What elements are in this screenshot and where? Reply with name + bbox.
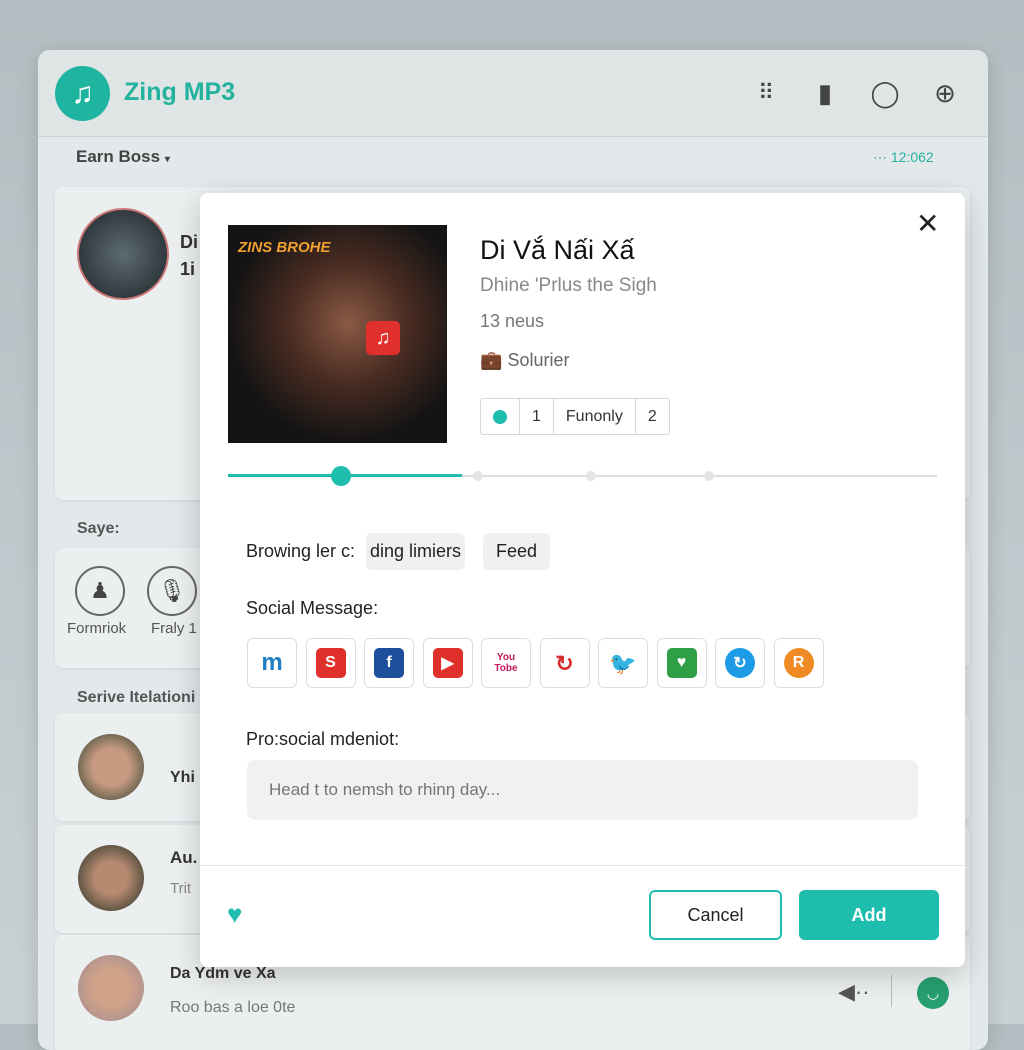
slider-tick xyxy=(473,471,483,481)
heart-chat-icon: ♥ xyxy=(666,648,697,678)
social-label: Social Message: xyxy=(246,598,379,618)
section-saye: Saye: xyxy=(77,520,120,537)
add-button[interactable]: Add xyxy=(799,890,939,940)
grid-icon[interactable]: ⠿ xyxy=(748,76,782,110)
youtube-text-icon: You Tobe xyxy=(494,652,518,674)
dropdown-icon: ▾ xyxy=(164,154,170,165)
avatar xyxy=(78,845,144,911)
slider-tick xyxy=(586,471,596,481)
app-red-icon: S xyxy=(315,648,346,678)
album-art-logo: ZINS BROHE xyxy=(238,239,331,256)
heart-icon[interactable]: ♥ xyxy=(227,899,242,930)
category-text: Solurier xyxy=(507,350,570,370)
social-button[interactable]: You Tobe xyxy=(481,638,531,688)
saye-item-label: Formriok xyxy=(67,620,127,637)
avatar xyxy=(78,734,144,800)
segment[interactable]: Funonly xyxy=(554,399,636,434)
social-button[interactable]: ↻ xyxy=(539,638,590,688)
album-art: ZINS BROHE ♫ xyxy=(228,225,447,443)
sync-icon: ↻ xyxy=(725,648,755,678)
subheader-title[interactable]: Earn Boss ▾ xyxy=(76,147,170,167)
arrows-icon: ↻ xyxy=(555,650,574,676)
social-button[interactable]: 🐦 xyxy=(598,638,648,688)
segment[interactable]: 2 xyxy=(636,399,669,434)
avatar-placeholder-icon xyxy=(77,208,169,300)
facebook-icon: f xyxy=(374,648,404,678)
r-icon: R xyxy=(783,648,814,678)
avatar xyxy=(78,955,144,1021)
section-relations: Serive Itelationi xyxy=(77,689,196,706)
close-icon[interactable]: ✕ xyxy=(916,207,939,240)
divider xyxy=(891,975,892,1007)
list-item-sub: Trit xyxy=(170,880,192,897)
subheader-title-text: Earn Boss xyxy=(76,147,161,166)
saye-item-label: Fraly 1 xyxy=(151,620,197,637)
browsing-label: Browing ler c: xyxy=(246,541,356,561)
message-input[interactable] xyxy=(247,760,918,820)
message-label: Pro:social mdeniot: xyxy=(246,729,400,749)
youtube-icon: ▶ xyxy=(432,648,463,678)
app-title: Zing MP3 xyxy=(124,78,236,106)
slider-knob[interactable] xyxy=(331,466,352,486)
twitter-icon: 🐦 xyxy=(609,650,637,676)
list-item-name: Yhi xyxy=(170,769,195,786)
cancel-button[interactable]: Cancel xyxy=(649,890,782,940)
list-item-sub: Roo bas a loe 0te xyxy=(170,999,296,1016)
person-icon[interactable]: ♟ xyxy=(75,566,125,616)
list-item-name: Da Ydm ve Xa xyxy=(170,965,276,982)
social-button[interactable]: f xyxy=(364,638,414,688)
chip[interactable]: ding limiers xyxy=(366,533,466,570)
social-button[interactable]: ▶ xyxy=(422,638,473,688)
slider-tick xyxy=(704,471,714,481)
status-dot-icon xyxy=(493,409,507,424)
subheader-right-text: 12:062 xyxy=(890,149,934,165)
app-header: ♫ Zing MP3 ⠿ ▮ ◯ ⊕ xyxy=(38,50,988,137)
social-button[interactable]: S xyxy=(305,638,356,688)
divider xyxy=(200,865,965,866)
speaker-icon[interactable]: ◀·· xyxy=(838,979,870,1005)
music-note-logo-icon: ♫ xyxy=(55,66,110,121)
song-subtitle: Dhine 'Prlus the Sigh xyxy=(480,275,657,296)
song-title: Di Vắ Nấi Xấ xyxy=(480,235,635,265)
profile-action-icon[interactable]: ◡ xyxy=(917,977,949,1009)
add-circle-icon[interactable]: ⊕ xyxy=(928,76,962,110)
subheader-right: ⋯ 12:062 xyxy=(873,149,934,165)
microphone-icon[interactable]: 🎙 xyxy=(147,566,197,616)
m-icon: m xyxy=(261,649,283,676)
segmented-control[interactable]: 1 Funonly 2 xyxy=(480,398,670,435)
social-button[interactable]: ↻ xyxy=(715,638,765,688)
social-button[interactable]: m xyxy=(247,638,297,688)
category: 💼 Solurier xyxy=(480,350,569,371)
segment[interactable]: 1 xyxy=(520,399,554,434)
music-app-icon: ♫ xyxy=(366,321,400,355)
briefcase-icon: 💼 xyxy=(480,350,503,370)
social-button[interactable]: R xyxy=(773,638,824,688)
profile-sub: 1i xyxy=(180,259,196,279)
add-song-dialog: ✕ ZINS BROHE ♫ Di Vắ Nấi Xấ Dhine 'Prlus… xyxy=(200,193,965,967)
song-count: 13 neus xyxy=(480,311,545,331)
equalizer-icon[interactable]: ▮ xyxy=(808,76,842,110)
social-button[interactable]: ♥ xyxy=(656,638,707,688)
profile-name: Di xyxy=(180,232,198,252)
progress-slider[interactable] xyxy=(228,466,937,486)
chat-icon[interactable]: ◯ xyxy=(868,76,902,110)
list-item-name: Au. xyxy=(170,848,198,867)
segment-dot[interactable] xyxy=(481,399,520,434)
chip[interactable]: Feed xyxy=(483,533,551,570)
